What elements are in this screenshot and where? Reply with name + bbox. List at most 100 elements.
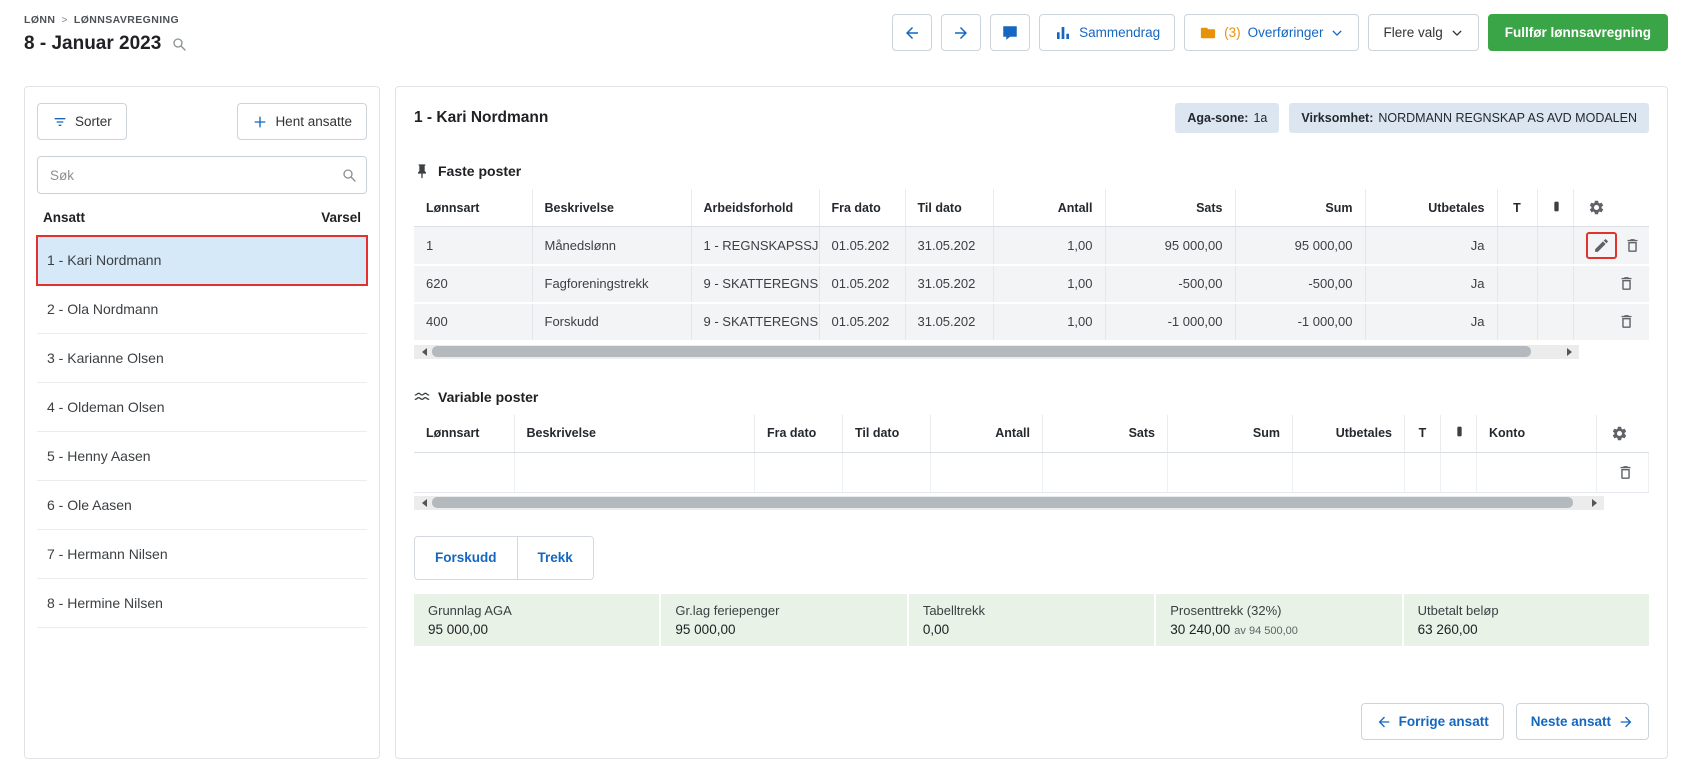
cell-actions: [1597, 452, 1649, 492]
cell-phone: [1537, 265, 1573, 303]
varsel-column-header: Varsel: [321, 210, 361, 225]
horizontal-scrollbar[interactable]: [414, 345, 1579, 359]
search-icon[interactable]: [171, 36, 187, 52]
tab-trekk[interactable]: Trekk: [518, 537, 593, 579]
column-header-sats: Sats: [1043, 415, 1168, 453]
column-header-fra-dato: Fra dato: [819, 189, 905, 227]
employee-item-4[interactable]: 4 - Oldeman Olsen: [37, 383, 367, 432]
page-title: 8 - Januar 2023: [24, 33, 161, 55]
column-header-settings: [1573, 189, 1649, 227]
column-header-til-dato: Til dato: [905, 189, 993, 227]
tab-forskudd[interactable]: Forskudd: [415, 537, 518, 579]
cell-beskrivelse[interactable]: [514, 452, 755, 492]
employee-title: 1 - Kari Nordmann: [414, 109, 548, 127]
breadcrumb-lonn[interactable]: LØNN: [24, 14, 55, 26]
cell-til-dato[interactable]: [843, 452, 931, 492]
cell-t[interactable]: [1405, 452, 1441, 492]
employee-item-7[interactable]: 7 - Hermann Nilsen: [37, 530, 367, 579]
cell-utbetales[interactable]: [1293, 452, 1405, 492]
column-header-fra-dato: Fra dato: [755, 415, 843, 453]
cell-fra-dato[interactable]: [755, 452, 843, 492]
summary-tabelltrekk: Tabelltrekk 0,00: [909, 594, 1154, 646]
faste-row-2[interactable]: 620 Fagforeningstrekk 9 - SKATTEREGNSI 0…: [414, 265, 1649, 303]
cell-lonnsart[interactable]: [414, 452, 514, 492]
cell-arbeidsforhold: 9 - SKATTEREGNSI: [691, 303, 819, 341]
scroll-right-button[interactable]: [1588, 496, 1604, 510]
cell-til-dato: 31.05.202: [905, 303, 993, 341]
sorter-button[interactable]: Sorter: [37, 103, 127, 140]
employee-item-3[interactable]: 3 - Karianne Olsen: [37, 334, 367, 383]
cell-phone[interactable]: [1441, 452, 1477, 492]
scrollbar-thumb[interactable]: [432, 497, 1573, 508]
scrollbar-track[interactable]: [430, 496, 1588, 510]
column-header-antall: Antall: [931, 415, 1043, 453]
cell-lonnsart: 1: [414, 227, 532, 265]
employee-sidebar: Sorter Hent ansatte Ansatt Varsel 1 - Ka…: [24, 86, 380, 759]
aga-sone-badge: Aga-sone: 1a: [1175, 103, 1279, 133]
column-header-settings: [1597, 415, 1649, 453]
variable-empty-row[interactable]: [414, 452, 1649, 492]
cell-sats[interactable]: [1043, 452, 1168, 492]
column-header-sum: Sum: [1235, 189, 1365, 227]
column-header-utbetales: Utbetales: [1365, 189, 1497, 227]
column-header-beskrivelse: Beskrivelse: [532, 189, 691, 227]
cell-sats: -1 000,00: [1105, 303, 1235, 341]
filter-icon: [52, 114, 68, 130]
delete-button[interactable]: [1622, 235, 1643, 256]
add-post-tabs: Forskudd Trekk: [414, 536, 594, 580]
neste-ansatt-button[interactable]: Neste ansatt: [1516, 703, 1649, 740]
delete-button[interactable]: [1616, 273, 1637, 294]
employee-item-1[interactable]: 1 - Kari Nordmann: [37, 236, 367, 285]
chevron-down-icon: [1450, 26, 1464, 40]
employee-item-6[interactable]: 6 - Ole Aasen: [37, 481, 367, 530]
forrige-ansatt-button[interactable]: Forrige ansatt: [1361, 703, 1504, 740]
cell-antall[interactable]: [931, 452, 1043, 492]
employee-list: 1 - Kari Nordmann 2 - Ola Nordmann 3 - K…: [37, 236, 367, 628]
employee-item-2[interactable]: 2 - Ola Nordmann: [37, 285, 367, 334]
trash-icon: [1624, 237, 1641, 254]
employee-list-header: Ansatt Varsel: [37, 194, 367, 236]
table-settings-button[interactable]: [1609, 423, 1630, 444]
cell-sats: 95 000,00: [1105, 227, 1235, 265]
edit-button[interactable]: [1591, 235, 1612, 256]
faste-row-3[interactable]: 400 Forskudd 9 - SKATTEREGNSI 01.05.202 …: [414, 303, 1649, 341]
scroll-left-button[interactable]: [414, 345, 430, 359]
breadcrumb-lonnsavregning[interactable]: LØNNSAVREGNING: [74, 14, 179, 26]
comments-button[interactable]: [990, 14, 1030, 51]
hent-ansatte-button[interactable]: Hent ansatte: [237, 103, 367, 140]
cell-konto[interactable]: [1477, 452, 1597, 492]
scroll-right-button[interactable]: [1563, 345, 1579, 359]
cell-lonnsart: 400: [414, 303, 532, 341]
column-header-arbeidsforhold: Arbeidsforhold: [691, 189, 819, 227]
fullfor-lonnsavregning-button[interactable]: Fullfør lønnsavregning: [1488, 14, 1668, 51]
cell-sum: -500,00: [1235, 265, 1365, 303]
scrollbar-track[interactable]: [430, 345, 1563, 359]
phone-icon: [1453, 425, 1466, 438]
scrollbar-thumb[interactable]: [432, 346, 1531, 357]
prev-period-button[interactable]: [892, 14, 932, 51]
next-period-button[interactable]: [941, 14, 981, 51]
sammendrag-button[interactable]: Sammendrag: [1039, 14, 1175, 51]
delete-button[interactable]: [1615, 462, 1636, 483]
column-header-phone: [1441, 415, 1477, 453]
flere-valg-button[interactable]: Flere valg: [1368, 14, 1478, 51]
summary-grunnlag-aga: Grunnlag AGA 95 000,00: [414, 594, 659, 646]
gear-icon: [1588, 199, 1605, 216]
variable-poster-title: Variable poster: [438, 389, 538, 405]
delete-button[interactable]: [1616, 311, 1637, 332]
employee-item-5[interactable]: 5 - Henny Aasen: [37, 432, 367, 481]
cell-sum[interactable]: [1168, 452, 1293, 492]
horizontal-scrollbar[interactable]: [414, 496, 1604, 510]
cell-antall: 1,00: [993, 227, 1105, 265]
toolbar: Sammendrag (3) Overføringer Flere valg F…: [892, 14, 1668, 51]
faste-row-1[interactable]: 1 Månedslønn 1 - REGNSKAPSSJI 01.05.202 …: [414, 227, 1649, 265]
cell-sats: -500,00: [1105, 265, 1235, 303]
search-input[interactable]: [37, 156, 367, 194]
table-settings-button[interactable]: [1586, 197, 1607, 218]
employee-item-8[interactable]: 8 - Hermine Nilsen: [37, 579, 367, 628]
arrow-left-icon: [1376, 714, 1392, 730]
column-header-utbetales: Utbetales: [1293, 415, 1405, 453]
cell-sum: -1 000,00: [1235, 303, 1365, 341]
overforinger-button[interactable]: (3) Overføringer: [1184, 14, 1359, 51]
scroll-left-button[interactable]: [414, 496, 430, 510]
